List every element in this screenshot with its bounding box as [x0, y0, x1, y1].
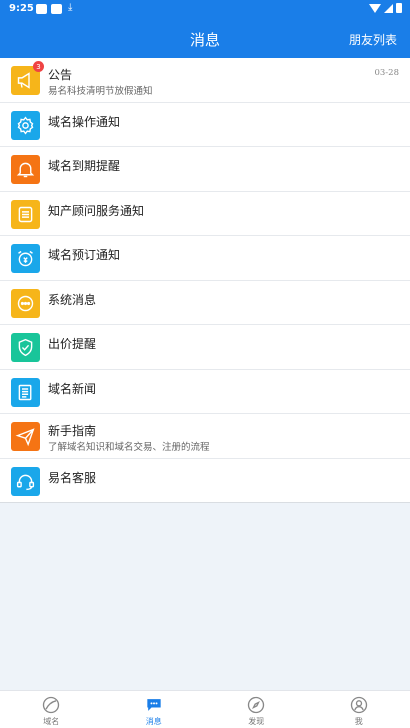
nav-messages[interactable]: 消息: [103, 691, 206, 728]
signal-icon: [384, 3, 393, 13]
profile-icon: [350, 696, 367, 714]
message-title: 易名客服: [48, 470, 97, 485]
message-title: 系统消息: [48, 292, 97, 307]
message-item-expiry-reminder[interactable]: 域名到期提醒: [0, 147, 410, 192]
message-title: 出价提醒: [48, 337, 97, 351]
domain-icon: [43, 696, 60, 714]
nav-label: 消息: [145, 717, 162, 726]
shield-check-icon: [11, 333, 40, 362]
compass-icon: [248, 696, 265, 714]
message-title: 域名预订通知: [48, 248, 121, 262]
nav-domain[interactable]: 域名: [0, 691, 103, 728]
message-title: 域名操作通知: [48, 114, 121, 129]
wifi-icon: [369, 3, 381, 13]
message-title: 域名到期提醒: [48, 159, 121, 173]
message-icon: [147, 699, 161, 711]
message-title: 域名新闻: [48, 381, 97, 396]
message-item-domain-operation[interactable]: 域名操作通知: [0, 103, 410, 147]
notification-icon: [36, 4, 47, 14]
newspaper-icon: [11, 377, 40, 407]
nav-label: 我: [354, 717, 363, 726]
status-indicators: [369, 3, 402, 13]
message-list: 3 公告 易名科技清明节放假通知 03-28 域名操作通知 域名到期提醒 知产顾…: [0, 58, 410, 503]
paper-plane-icon: [11, 422, 40, 451]
unread-badge: 3: [33, 61, 44, 72]
bottom-nav: 域名 消息 发现 我: [0, 690, 410, 728]
message-item-announcement[interactable]: 3 公告 易名科技清明节放假通知 03-28: [0, 58, 410, 103]
status-bar: 9:25 ⤓: [0, 0, 410, 18]
message-item-system[interactable]: 系统消息: [0, 281, 410, 325]
message-item-bid-reminder[interactable]: 出价提醒: [0, 325, 410, 370]
notification-icon: [51, 4, 62, 14]
header: 消息 朋友列表: [0, 18, 410, 58]
message-item-reservation[interactable]: 域名预订通知: [0, 236, 410, 281]
headset-icon: [11, 466, 40, 496]
message-title: 公告: [48, 68, 73, 82]
chat-dots-icon: [11, 288, 40, 318]
download-icon: ⤓: [68, 2, 73, 13]
message-title: 新手指南: [48, 424, 97, 438]
alarm-clock-icon: [11, 244, 40, 273]
message-item-news[interactable]: 域名新闻: [0, 370, 410, 414]
battery-icon: [396, 3, 402, 13]
gear-icon: [11, 110, 40, 140]
document-icon: [11, 199, 40, 229]
message-subtitle: 易名科技清明节放假通知: [48, 86, 153, 97]
nav-label: 发现: [248, 717, 265, 726]
friends-list-link[interactable]: 朋友列表: [349, 31, 397, 48]
status-time: 9:25: [9, 3, 34, 14]
nav-label: 域名: [43, 717, 60, 726]
message-item-ip-advisor[interactable]: 知产顾问服务通知: [0, 192, 410, 236]
message-item-beginner-guide[interactable]: 新手指南 了解域名知识和域名交易、注册的流程: [0, 414, 410, 459]
message-item-customer-service[interactable]: 易名客服: [0, 459, 410, 503]
bell-icon: [11, 155, 40, 184]
nav-me[interactable]: 我: [308, 691, 410, 728]
message-title: 知产顾问服务通知: [48, 203, 145, 218]
nav-discover[interactable]: 发现: [205, 691, 308, 728]
message-date: 03-28: [374, 68, 399, 78]
message-subtitle: 了解域名知识和域名交易、注册的流程: [48, 442, 210, 453]
